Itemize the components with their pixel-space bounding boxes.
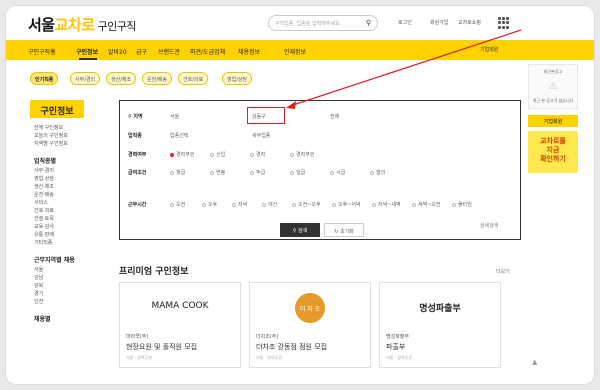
annotation-arrow-line xyxy=(289,29,522,107)
browser-frame: 서울교차로 구인구직 구직업종, 업종을 입력해주세요 ⚲ 로그인 회원가입 교차… xyxy=(6,6,594,384)
annotation-arrow-head xyxy=(286,101,296,109)
annotation-arrow xyxy=(286,29,522,109)
